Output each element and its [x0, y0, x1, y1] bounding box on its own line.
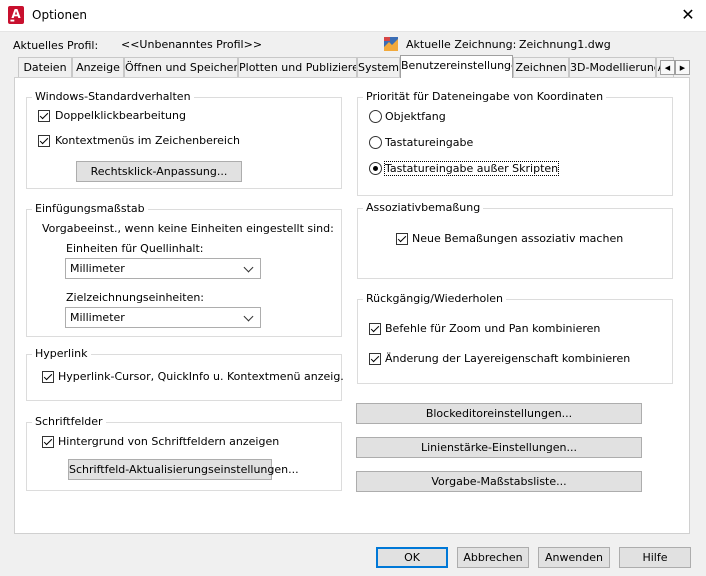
- group-hyperlink: Hyperlink Hyperlink-Cursor, QuickInfo u.…: [26, 347, 344, 401]
- profile-value: <<Unbenanntes Profil>>: [121, 38, 263, 51]
- help-button[interactable]: Hilfe: [619, 547, 691, 568]
- radio-tastatureingabe-ausser-skripten-label: Tastatureingabe außer Skripten: [383, 161, 560, 176]
- tab-3d-modellierung[interactable]: 3D-Modellierung: [569, 57, 656, 77]
- apply-button[interactable]: Anwenden: [538, 547, 610, 568]
- tab-anzeige[interactable]: Anzeige: [72, 57, 124, 77]
- drawing-value: Zeichnung1.dwg: [519, 38, 611, 51]
- ok-button[interactable]: OK: [376, 547, 448, 568]
- group-undo-redo: Rückgängig/Wiederholen Befehle für Zoom …: [357, 292, 673, 384]
- zoom-pan-label: Befehle für Zoom und Pan kombinieren: [385, 322, 601, 335]
- radio-objektfang-label: Objektfang: [385, 110, 446, 123]
- source-units-select[interactable]: Millimeter: [65, 258, 261, 279]
- target-units-label: Zielzeichnungseinheiten:: [66, 291, 205, 304]
- radio-tastatureingabe[interactable]: [369, 136, 382, 149]
- rightclick-customize-button[interactable]: Rechtsklick-Anpassung...: [76, 161, 242, 182]
- chevron-down-icon: [243, 262, 254, 273]
- tab-dateien[interactable]: Dateien: [18, 57, 72, 77]
- source-units-label: Einheiten für Quellinhalt:: [66, 242, 204, 255]
- field-background-checkbox[interactable]: [42, 436, 54, 448]
- radio-objektfang[interactable]: [369, 110, 382, 123]
- group-title: Windows-Standardverhalten: [32, 90, 194, 103]
- contextmenu-label: Kontextmenüs im Zeichenbereich: [55, 134, 240, 147]
- settings-panel: Windows-Standardverhalten Doppelklickbea…: [14, 77, 690, 534]
- window-title: Optionen: [32, 8, 88, 22]
- field-update-settings-button[interactable]: Schriftfeld-Aktualisierungseinstellungen…: [68, 459, 299, 480]
- tab-system[interactable]: System: [357, 57, 400, 77]
- group-fields: Schriftfelder Hintergrund von Schriftfel…: [26, 415, 342, 491]
- group-title: Hyperlink: [32, 347, 91, 360]
- tab-plotten-publizieren[interactable]: Plotten und Publizieren: [238, 57, 357, 77]
- target-units-select[interactable]: Millimeter: [65, 307, 261, 328]
- doubleclick-checkbox[interactable]: [38, 110, 50, 122]
- field-background-label: Hintergrund von Schriftfeldern anzeigen: [58, 435, 280, 448]
- assoc-dim-label: Neue Bemaßungen assoziativ machen: [412, 232, 624, 245]
- lineweight-settings-button[interactable]: Linienstärke-Einstellungen...: [356, 437, 642, 458]
- tab-benutzereinstellungen[interactable]: Benutzereinstellungen: [400, 55, 513, 78]
- layer-prop-label: Änderung der Layereigenschaft kombiniere…: [385, 352, 631, 365]
- layer-prop-checkbox[interactable]: [369, 353, 381, 365]
- cancel-button[interactable]: Abbrechen: [457, 547, 529, 568]
- doubleclick-label: Doppelklickbearbeitung: [55, 109, 186, 122]
- tab-zeichnen[interactable]: Zeichnen: [513, 57, 569, 77]
- tab-oeffnen-speichern[interactable]: Öffnen und Speichern: [124, 57, 238, 77]
- group-title: Priorität für Dateneingabe von Koordinat…: [363, 90, 607, 103]
- contextmenu-checkbox[interactable]: [38, 135, 50, 147]
- drawing-label: Aktuelle Zeichnung:: [406, 38, 517, 51]
- radio-tastatureingabe-ausser-skripten[interactable]: [369, 162, 382, 175]
- assoc-dim-checkbox[interactable]: [396, 233, 408, 245]
- hyperlink-label: Hyperlink-Cursor, QuickInfo u. Kontextme…: [58, 370, 344, 383]
- drawing-file-icon: [384, 37, 398, 51]
- close-icon[interactable]: ✕: [675, 3, 701, 27]
- insert-scale-desc: Vorgabeeinst., wenn keine Einheiten eing…: [42, 222, 334, 235]
- group-coord-priority: Priorität für Dateneingabe von Koordinat…: [357, 90, 673, 196]
- profile-label: Aktuelles Profil:: [13, 39, 99, 52]
- chevron-down-icon: [243, 311, 254, 322]
- radio-tastatureingabe-label: Tastatureingabe: [385, 136, 474, 149]
- autocad-app-icon: A ▬: [8, 6, 24, 24]
- group-assoc-dim: Assoziativbemaßung Neue Bemaßungen assoz…: [357, 201, 673, 279]
- default-scale-list-button[interactable]: Vorgabe-Maßstabsliste...: [356, 471, 642, 492]
- group-title: Einfügungsmaßstab: [32, 202, 148, 215]
- group-title: Rückgängig/Wiederholen: [363, 292, 506, 305]
- block-editor-settings-button[interactable]: Blockeditoreinstellungen...: [356, 403, 642, 424]
- source-units-value: Millimeter: [70, 262, 125, 275]
- tab-scroll-left-icon[interactable]: ◀: [660, 60, 675, 75]
- group-insert-scale: Einfügungsmaßstab Vorgabeeinst., wenn ke…: [26, 202, 342, 337]
- zoom-pan-checkbox[interactable]: [369, 323, 381, 335]
- hyperlink-checkbox[interactable]: [42, 371, 54, 383]
- group-title: Assoziativbemaßung: [363, 201, 484, 214]
- group-title: Schriftfelder: [32, 415, 106, 428]
- target-units-value: Millimeter: [70, 311, 125, 324]
- tab-scroll-right-icon[interactable]: ▶: [675, 60, 690, 75]
- title-bar: A ▬ Optionen ✕: [0, 0, 706, 32]
- group-windows-std: Windows-Standardverhalten Doppelklickbea…: [26, 90, 342, 189]
